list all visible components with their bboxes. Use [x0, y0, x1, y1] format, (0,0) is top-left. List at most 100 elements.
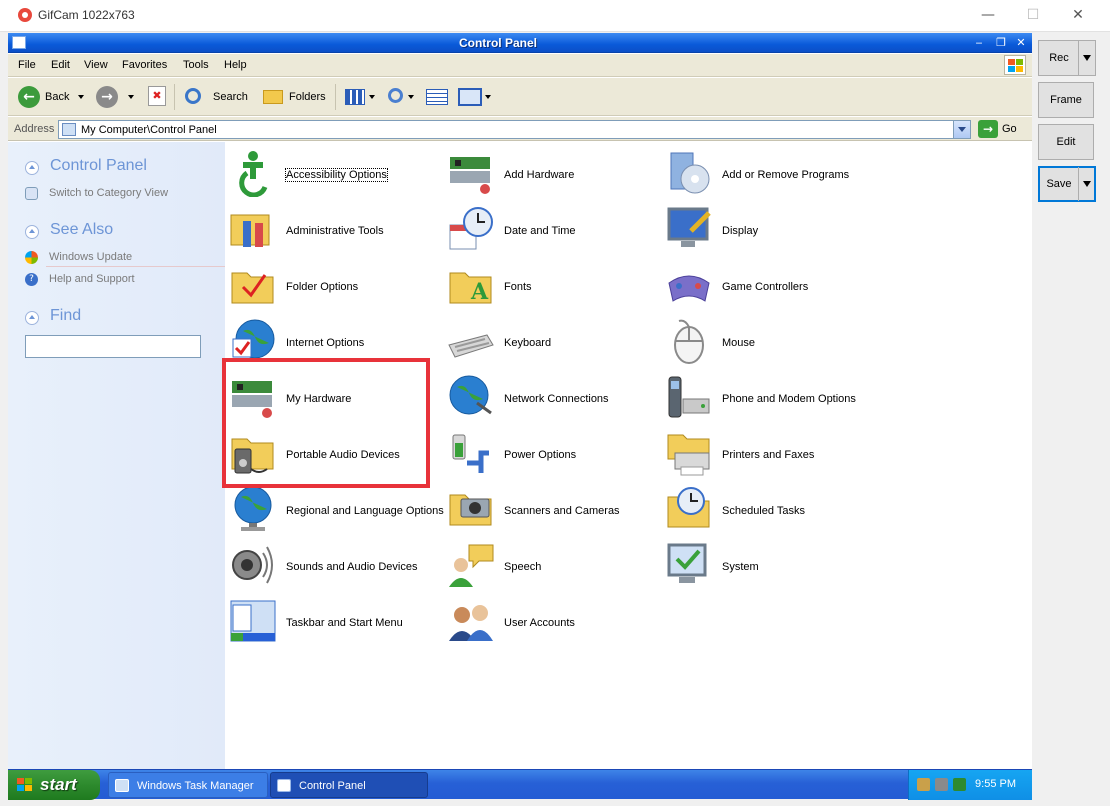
item-add-hardware[interactable]: Add Hardware: [447, 149, 657, 199]
item-fonts[interactable]: A Fonts: [447, 261, 657, 311]
power-options-icon: [452, 434, 489, 473]
windows-update-link[interactable]: Windows Update: [49, 251, 132, 263]
screen: GifCam 1022x763 — ☐ ✕ Rec Frame Edit Sav…: [0, 0, 1110, 806]
switch-view-icon: [25, 187, 38, 200]
gifcam-minimize-button[interactable]: —: [973, 4, 1003, 26]
window-titlebar: Control Panel ‒ ❐ ✕: [8, 33, 1032, 53]
back-dropdown-icon[interactable]: [78, 95, 84, 99]
details-view-icon[interactable]: [426, 89, 448, 105]
rec-dropdown-icon[interactable]: [1083, 55, 1091, 61]
minimize-button[interactable]: ‒: [972, 36, 986, 49]
switch-category-view-link[interactable]: Switch to Category View: [49, 187, 168, 199]
item-add-remove-programs[interactable]: Add or Remove Programs: [665, 149, 875, 199]
close-button[interactable]: ✕: [1014, 36, 1028, 49]
views-icon[interactable]: [345, 89, 365, 105]
task-windows-task-manager[interactable]: Windows Task Manager: [108, 772, 268, 798]
item-network-connections[interactable]: Network Connections: [447, 373, 657, 423]
menu-edit[interactable]: Edit: [51, 59, 70, 71]
mouse-icon: [674, 319, 704, 364]
back-arrow-icon[interactable]: ←: [18, 86, 40, 108]
folders-button[interactable]: Folders: [289, 91, 326, 103]
go-button[interactable]: Go: [1002, 123, 1017, 135]
frame-button[interactable]: Frame: [1038, 82, 1094, 118]
help-and-support-link[interactable]: Help and Support: [49, 273, 135, 285]
gifcam-close-button[interactable]: ✕: [1063, 4, 1093, 26]
item-mouse[interactable]: Mouse: [665, 317, 875, 367]
menu-help[interactable]: Help: [224, 59, 247, 71]
collapse-icon[interactable]: [25, 311, 39, 325]
menu-favorites[interactable]: Favorites: [122, 59, 167, 71]
phone-modem-icon: [668, 376, 710, 418]
item-speech[interactable]: Speech: [447, 541, 657, 591]
menu-file[interactable]: File: [18, 59, 36, 71]
rec-label: Rec: [1049, 52, 1069, 64]
item-label: Power Options: [504, 449, 577, 461]
task-control-panel[interactable]: Control Panel: [270, 772, 428, 798]
window-title: Control Panel: [458, 36, 537, 50]
tray-network-icon[interactable]: [935, 778, 948, 791]
help-icon: ?: [25, 273, 38, 286]
control-panel-window: Control Panel ‒ ❐ ✕ File Edit View Favor…: [8, 33, 1032, 797]
scanners-cameras-icon: [449, 494, 492, 526]
windows-logo-icon: [1004, 55, 1026, 75]
collapse-icon[interactable]: [25, 161, 39, 175]
start-button[interactable]: start: [8, 770, 100, 800]
item-date-and-time[interactable]: Date and Time: [447, 205, 657, 255]
gifcam-maximize-button[interactable]: ☐: [1018, 4, 1048, 26]
edit-button[interactable]: Edit: [1038, 124, 1094, 160]
forward-dropdown-icon[interactable]: [128, 95, 134, 99]
item-scanners-cameras[interactable]: Scanners and Cameras: [447, 485, 657, 535]
zoom-dropdown-icon[interactable]: [408, 95, 414, 99]
item-folder-options[interactable]: Folder Options: [229, 261, 439, 311]
start-label: start: [40, 775, 77, 794]
views-dropdown-icon[interactable]: [369, 95, 375, 99]
item-label: Folder Options: [286, 281, 359, 293]
printers-faxes-icon: [667, 434, 710, 476]
item-keyboard[interactable]: Keyboard: [447, 317, 657, 367]
forward-arrow-icon[interactable]: →: [96, 86, 118, 108]
menu-view[interactable]: View: [84, 59, 108, 71]
collapse-icon[interactable]: [25, 225, 39, 239]
item-scheduled-tasks[interactable]: Scheduled Tasks: [665, 485, 875, 535]
layout-dropdown-icon[interactable]: [485, 95, 491, 99]
gifcam-title: GifCam 1022x763: [38, 8, 135, 22]
restore-button[interactable]: ❐: [994, 36, 1008, 49]
item-user-accounts[interactable]: User Accounts: [447, 597, 657, 647]
windows-update-icon: [25, 251, 38, 264]
item-sounds-audio-devices[interactable]: Sounds and Audio Devices: [229, 541, 439, 591]
find-input[interactable]: [25, 335, 201, 358]
item-accessibility-options[interactable]: Accessibility Options: [229, 149, 439, 199]
item-game-controllers[interactable]: Game Controllers: [665, 261, 875, 311]
item-phone-modem-options[interactable]: Phone and Modem Options: [665, 373, 875, 423]
item-display[interactable]: Display: [665, 205, 875, 255]
back-button[interactable]: Back: [45, 91, 69, 103]
add-remove-programs-icon: [670, 152, 710, 194]
item-power-options[interactable]: Power Options: [447, 429, 657, 479]
svg-text:A: A: [470, 279, 489, 305]
address-dropdown-icon[interactable]: [953, 121, 970, 138]
search-button[interactable]: Search: [213, 91, 248, 103]
save-dropdown-icon[interactable]: [1083, 181, 1091, 187]
item-printers-faxes[interactable]: Printers and Faxes: [665, 429, 875, 479]
item-administrative-tools[interactable]: Administrative Tools: [229, 205, 439, 255]
save-button[interactable]: Save: [1038, 166, 1096, 202]
item-label: Speech: [504, 561, 542, 573]
layout-icon[interactable]: [458, 88, 482, 106]
menu-tools[interactable]: Tools: [183, 59, 209, 71]
folders-icon[interactable]: [263, 90, 283, 104]
zoom-icon[interactable]: [388, 88, 403, 103]
go-arrow-icon[interactable]: →: [978, 120, 998, 138]
rec-button[interactable]: Rec: [1038, 40, 1096, 76]
tray-monitor-icon[interactable]: [953, 778, 966, 791]
item-taskbar-start-menu[interactable]: Taskbar and Start Menu: [229, 597, 439, 647]
item-system[interactable]: System: [665, 541, 875, 591]
stop-icon[interactable]: ✖: [148, 86, 166, 106]
item-label: Taskbar and Start Menu: [286, 617, 403, 629]
search-icon[interactable]: [185, 88, 201, 104]
divider: [46, 266, 226, 267]
control-panel-task-icon: [277, 779, 291, 792]
address-label: Address: [14, 123, 55, 135]
address-input[interactable]: My Computer\Control Panel: [58, 120, 971, 139]
tray-tools-icon[interactable]: [917, 778, 930, 791]
item-regional-language-options[interactable]: Regional and Language Options: [229, 485, 444, 535]
